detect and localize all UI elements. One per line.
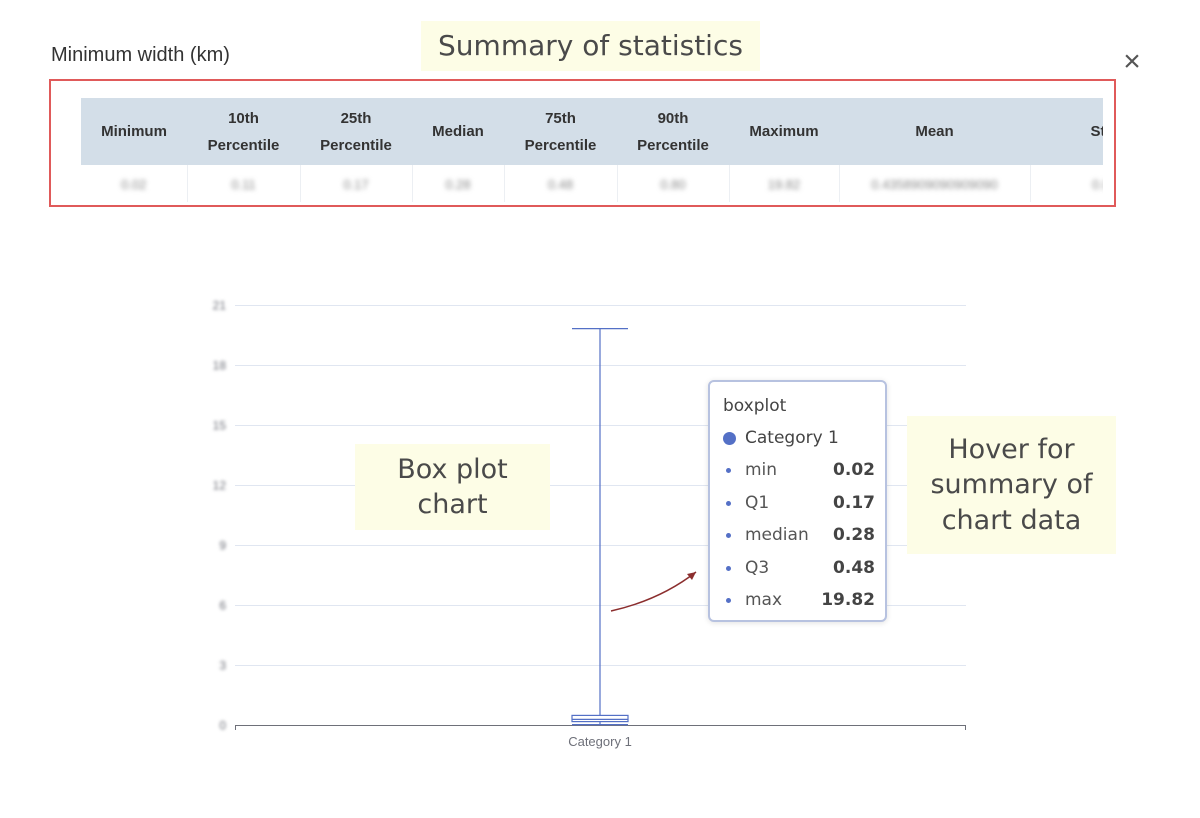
y-tick-label: 21 [213,299,227,313]
tooltip-row-value: 0.02 [833,460,875,480]
tooltip-row-value: 0.17 [833,493,875,513]
y-tick-label: 12 [213,479,227,493]
annotation-hover: Hover for summary of chart data [907,416,1116,554]
tooltip-row-label: max [745,590,783,610]
annotation-line: chart [417,489,488,520]
tooltip-row-label: min [745,460,778,480]
tooltip-row-value: 0.28 [833,525,875,545]
chart-tooltip: boxplot Category 1 min 0.02 Q1 0.17 medi… [708,380,887,622]
box-plot-chart: 0 3 6 9 12 15 18 21 Category 1 [213,299,966,749]
tooltip-row-label: Q3 [745,558,770,578]
series-dot-icon [723,431,736,445]
y-tick-label: 3 [219,659,226,673]
annotation-line: Box plot [397,453,508,485]
y-tick-label: 6 [219,599,226,613]
tooltip-row-min: min 0.02 [726,460,875,480]
y-tick-label: 0 [219,719,226,733]
bullet-icon [726,500,731,506]
tooltip-title: boxplot [723,396,787,416]
annotation-line: summary of [930,469,1093,501]
y-tick-label: 18 [213,359,227,373]
tooltip-row-median: median 0.28 [726,525,875,545]
tooltip-row-value: 0.48 [833,558,875,578]
tooltip-series: Category 1 [723,428,839,448]
annotation-line: chart data [941,504,1082,536]
tooltip-row-q1: Q1 0.17 [726,493,875,513]
bullet-icon [726,467,731,473]
tooltip-row-max: max 19.82 [726,590,875,610]
tooltip-series-label: Category 1 [745,428,839,448]
bullet-icon [726,565,731,571]
bullet-icon [726,597,731,603]
annotation-line: Hover for [948,434,1075,466]
tooltip-row-q3: Q3 0.48 [726,558,875,578]
x-category-label: Category 1 [568,734,632,749]
bullet-icon [726,532,731,538]
y-tick-label: 15 [213,419,227,433]
box-iqr[interactable] [571,714,629,723]
annotation-box-plot-chart: Box plot chart [355,444,550,530]
tooltip-row-label: Q1 [745,493,770,513]
tooltip-row-value: 19.82 [821,590,875,610]
y-axis-ticks: 0 3 6 9 12 15 18 21 [213,299,227,733]
y-tick-label: 9 [219,539,226,553]
arrow-head-icon [687,572,696,580]
tooltip-row-label: median [745,525,809,545]
